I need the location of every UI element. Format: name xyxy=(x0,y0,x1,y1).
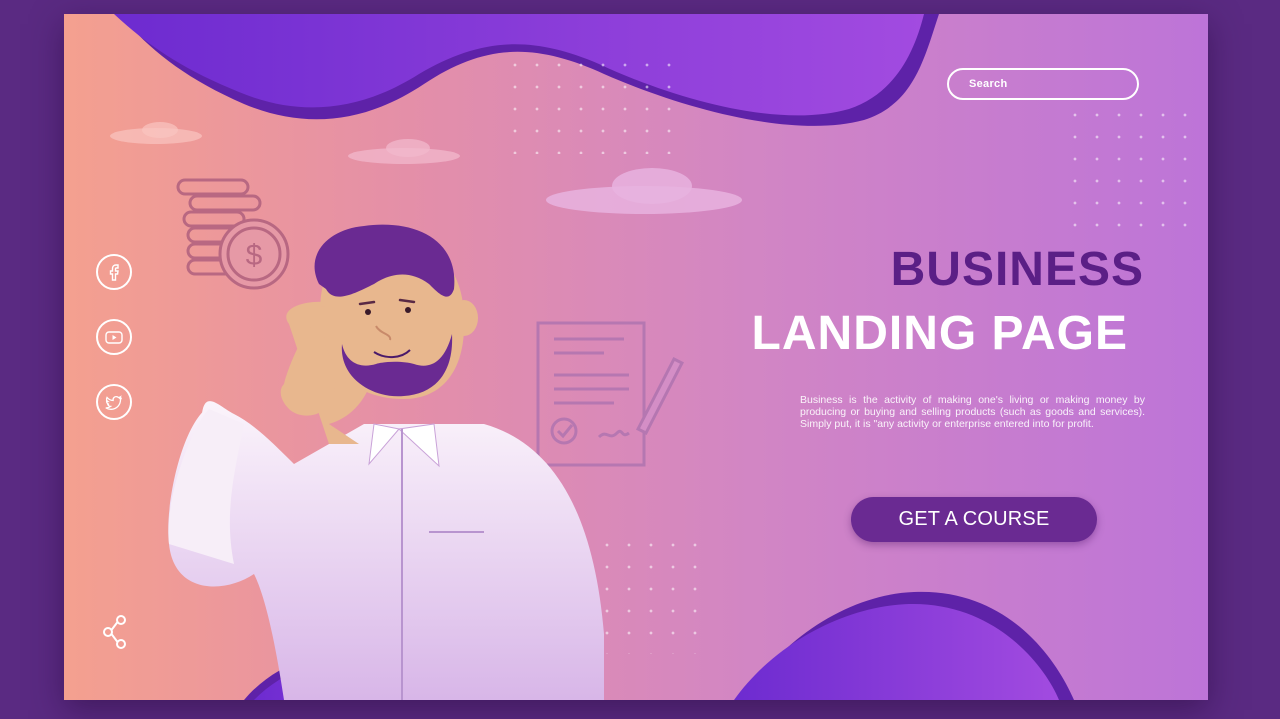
search-input[interactable]: Search xyxy=(947,68,1139,100)
page-title-line-1: BUSINESS xyxy=(890,243,1144,296)
search-placeholder: Search xyxy=(969,78,1008,90)
cloud-decoration xyxy=(546,168,742,214)
landing-page-frame: $ Search BUSINESS LANDING PAGE Business … xyxy=(64,14,1208,700)
dot-pattern xyxy=(1064,104,1204,244)
share-icon[interactable] xyxy=(102,614,128,650)
youtube-icon xyxy=(105,331,123,344)
dot-pattern xyxy=(504,54,684,154)
facebook-button[interactable] xyxy=(96,254,132,290)
youtube-button[interactable] xyxy=(96,319,132,355)
cloud-decoration xyxy=(110,122,202,144)
businessman-illustration xyxy=(168,224,604,700)
cloud-decoration xyxy=(348,139,460,164)
get-course-button-label: GET A COURSE xyxy=(898,508,1050,530)
facebook-icon xyxy=(109,264,119,281)
twitter-icon xyxy=(105,395,122,410)
get-course-button[interactable]: GET A COURSE xyxy=(851,497,1097,542)
twitter-button[interactable] xyxy=(96,384,132,420)
page-title-line-2: LANDING PAGE xyxy=(751,307,1128,360)
hero-description: Business is the activity of making one's… xyxy=(800,394,1145,430)
